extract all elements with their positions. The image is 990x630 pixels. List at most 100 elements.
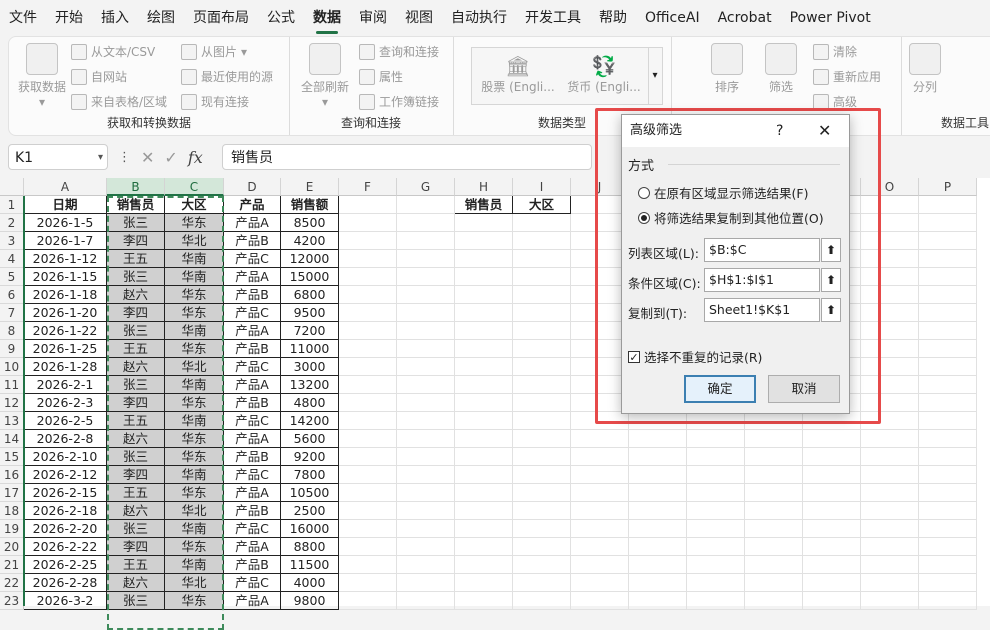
table-cell[interactable] xyxy=(687,556,745,574)
header-cell[interactable]: 销售员 xyxy=(455,196,513,214)
table-cell[interactable] xyxy=(339,466,397,484)
workbook-links-button[interactable]: 工作簿链接 xyxy=(359,93,439,110)
table-cell[interactable] xyxy=(513,250,571,268)
table-cell[interactable] xyxy=(397,520,455,538)
table-cell[interactable]: 15000 xyxy=(281,268,339,286)
table-cell[interactable] xyxy=(339,322,397,340)
table-cell[interactable]: 张三 xyxy=(107,376,165,394)
table-cell[interactable]: 3000 xyxy=(281,358,339,376)
table-cell[interactable]: 产品A xyxy=(224,538,281,556)
menu-item[interactable]: 插入 xyxy=(92,0,138,36)
table-cell[interactable] xyxy=(397,412,455,430)
table-cell[interactable]: 2026-2-8 xyxy=(24,430,107,448)
header-cell[interactable]: 大区 xyxy=(165,196,224,214)
table-cell[interactable]: 李四 xyxy=(107,394,165,412)
table-cell[interactable] xyxy=(455,592,513,610)
menu-item[interactable]: 帮助 xyxy=(590,0,636,36)
table-cell[interactable] xyxy=(919,268,977,286)
table-cell[interactable]: 华东 xyxy=(165,484,224,502)
column-header[interactable]: E xyxy=(281,178,339,196)
close-icon[interactable]: ✕ xyxy=(818,115,831,147)
table-cell[interactable]: 华东 xyxy=(165,394,224,412)
table-cell[interactable] xyxy=(919,412,977,430)
menu-item[interactable]: Power Pivot xyxy=(781,0,880,36)
table-cell[interactable]: 2026-3-2 xyxy=(24,592,107,610)
table-cell[interactable] xyxy=(339,556,397,574)
row-header[interactable]: 4 xyxy=(0,250,24,268)
table-cell[interactable]: 华东 xyxy=(165,340,224,358)
table-cell[interactable] xyxy=(629,574,687,592)
row-header[interactable]: 13 xyxy=(0,412,24,430)
table-cell[interactable]: 张三 xyxy=(107,592,165,610)
table-cell[interactable] xyxy=(629,556,687,574)
from-text-csv-button[interactable]: 从文本/CSV xyxy=(71,43,155,60)
row-header[interactable]: 2 xyxy=(0,214,24,232)
table-cell[interactable]: 2026-1-18 xyxy=(24,286,107,304)
table-cell[interactable]: 张三 xyxy=(107,322,165,340)
table-cell[interactable]: 16000 xyxy=(281,520,339,538)
table-cell[interactable] xyxy=(745,538,803,556)
menu-item[interactable]: Acrobat xyxy=(709,0,781,36)
table-cell[interactable] xyxy=(397,394,455,412)
table-cell[interactable] xyxy=(513,286,571,304)
table-cell[interactable]: 华南 xyxy=(165,556,224,574)
formula-input[interactable]: 销售员 xyxy=(222,144,592,170)
menu-item[interactable]: OfficeAI xyxy=(636,0,709,36)
table-cell[interactable]: 华南 xyxy=(165,322,224,340)
header-cell[interactable]: 销售员 xyxy=(107,196,165,214)
clear-button[interactable]: 清除 xyxy=(813,43,857,60)
table-cell[interactable]: 李四 xyxy=(107,232,165,250)
table-cell[interactable] xyxy=(629,484,687,502)
header-cell[interactable] xyxy=(919,196,977,214)
table-cell[interactable] xyxy=(919,592,977,610)
table-cell[interactable] xyxy=(455,268,513,286)
table-cell[interactable] xyxy=(861,430,919,448)
row-header[interactable]: 19 xyxy=(0,520,24,538)
table-cell[interactable] xyxy=(861,448,919,466)
table-cell[interactable] xyxy=(455,286,513,304)
table-cell[interactable]: 产品A xyxy=(224,484,281,502)
table-cell[interactable] xyxy=(455,214,513,232)
table-cell[interactable] xyxy=(861,592,919,610)
name-box[interactable]: K1 ▾ xyxy=(8,144,108,170)
table-cell[interactable]: 张三 xyxy=(107,268,165,286)
table-cell[interactable]: 产品B xyxy=(224,232,281,250)
table-cell[interactable] xyxy=(455,304,513,322)
row-header[interactable]: 23 xyxy=(0,592,24,610)
table-cell[interactable] xyxy=(919,484,977,502)
table-cell[interactable] xyxy=(397,340,455,358)
table-cell[interactable]: 产品B xyxy=(224,340,281,358)
column-header[interactable]: D xyxy=(224,178,281,196)
table-cell[interactable]: 11500 xyxy=(281,556,339,574)
from-web-button[interactable]: 自网站 xyxy=(71,68,127,85)
table-cell[interactable] xyxy=(919,340,977,358)
table-cell[interactable] xyxy=(919,358,977,376)
table-cell[interactable]: 2026-2-20 xyxy=(24,520,107,538)
column-header[interactable]: B xyxy=(107,178,165,196)
menu-item[interactable]: 文件 xyxy=(0,0,46,36)
table-cell[interactable] xyxy=(513,268,571,286)
table-cell[interactable] xyxy=(861,538,919,556)
table-cell[interactable]: 华北 xyxy=(165,502,224,520)
row-header[interactable]: 14 xyxy=(0,430,24,448)
cancel-button[interactable]: 取消 xyxy=(768,375,840,403)
table-cell[interactable]: 4800 xyxy=(281,394,339,412)
table-cell[interactable] xyxy=(455,340,513,358)
table-cell[interactable] xyxy=(629,538,687,556)
table-cell[interactable]: 2026-1-5 xyxy=(24,214,107,232)
table-cell[interactable] xyxy=(455,412,513,430)
table-cell[interactable]: 华北 xyxy=(165,574,224,592)
table-cell[interactable]: 王五 xyxy=(107,484,165,502)
table-cell[interactable] xyxy=(339,592,397,610)
row-header[interactable]: 5 xyxy=(0,268,24,286)
table-cell[interactable] xyxy=(397,592,455,610)
table-cell[interactable]: 产品A xyxy=(224,592,281,610)
header-cell[interactable]: 大区 xyxy=(513,196,571,214)
menu-item[interactable]: 页面布局 xyxy=(184,0,258,36)
table-cell[interactable] xyxy=(513,538,571,556)
table-cell[interactable]: 赵六 xyxy=(107,430,165,448)
table-cell[interactable] xyxy=(455,520,513,538)
table-cell[interactable] xyxy=(397,268,455,286)
table-cell[interactable] xyxy=(919,520,977,538)
table-cell[interactable] xyxy=(803,592,861,610)
